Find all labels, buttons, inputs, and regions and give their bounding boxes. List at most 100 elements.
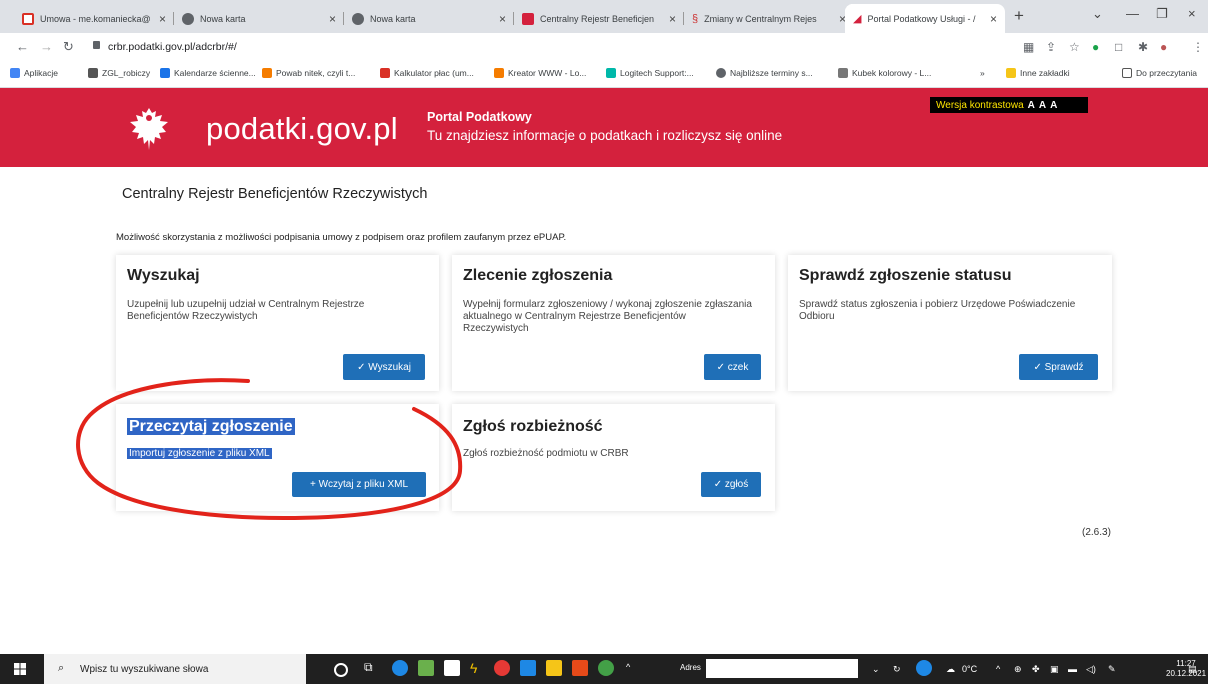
extension-box-icon[interactable]: □ bbox=[1115, 40, 1122, 54]
tab-label: Umowa - me.komaniecka@ bbox=[40, 13, 151, 24]
bookmark-kubek[interactable]: Kubek kolorowy - L... bbox=[838, 68, 931, 78]
bookmarks-overflow[interactable]: » bbox=[980, 68, 985, 78]
bookmark-kalkulator[interactable]: Kalkulator płac (um... bbox=[380, 68, 474, 78]
bookmark-kreator[interactable]: Kreator WWW - Lo... bbox=[494, 68, 586, 78]
address-toolbar-input[interactable] bbox=[706, 659, 858, 678]
bookmark-apps[interactable]: Aplikacje bbox=[10, 68, 58, 78]
bookmark-kalendarze[interactable]: Kalendarze ścienne... bbox=[160, 68, 256, 78]
pen-icon[interactable]: ✎ bbox=[1108, 664, 1116, 675]
weather-temp[interactable]: 0°C bbox=[962, 664, 977, 674]
notifications-icon[interactable]: ▤ bbox=[1188, 664, 1197, 675]
tab-new-1[interactable]: Nowa karta × bbox=[174, 4, 344, 33]
tab-label: Zmiany w Centralnym Rejes bbox=[704, 13, 817, 24]
sprawdz-button[interactable]: ✓ Sprawdź bbox=[1019, 354, 1098, 380]
page-title: Centralny Rejestr Beneficjentów Rzeczywi… bbox=[122, 186, 428, 202]
browser-tab-strip: Umowa - me.komaniecka@ × Nowa karta × No… bbox=[0, 0, 1208, 33]
wczytaj-xml-button[interactable]: + Wczytaj z pliku XML bbox=[292, 472, 426, 497]
zglos-button[interactable]: ✓ zgłoś bbox=[701, 472, 761, 497]
extensions-puzzle-icon[interactable]: ✱ bbox=[1138, 40, 1148, 54]
new-tab-button[interactable]: + bbox=[1014, 6, 1024, 26]
bookmark-powab[interactable]: Powab nitek, czyli t... bbox=[262, 68, 355, 78]
app-version: (2.6.3) bbox=[1082, 527, 1111, 538]
back-icon[interactable]: ← bbox=[16, 39, 29, 54]
battery-icon[interactable]: ▬ bbox=[1068, 664, 1077, 674]
tab-label: Centralny Rejestr Beneficjen bbox=[540, 13, 655, 24]
office-icon[interactable] bbox=[572, 660, 588, 676]
tab-portal-active[interactable]: ◢ Portal Podatkowy Usługi - / × bbox=[845, 4, 1005, 33]
bookmark-label: Najbliższe terminy s... bbox=[730, 68, 813, 78]
bookmark-najblizsze[interactable]: Najbliższe terminy s... bbox=[716, 68, 813, 78]
address-bar: ← → ↻ crbr.podatki.gov.pl/adcrbr/#/ ▦ ⇪ … bbox=[0, 33, 1208, 61]
close-icon[interactable]: × bbox=[499, 12, 506, 26]
card-description: Sprawdź status zgłoszenia i pobierz Urzę… bbox=[799, 299, 1076, 322]
share-icon[interactable]: ⇪ bbox=[1046, 40, 1056, 54]
search-icon: ⌕ bbox=[58, 662, 65, 674]
help-icon[interactable] bbox=[916, 660, 932, 676]
bookmark-label: Do przeczytania bbox=[1136, 68, 1197, 78]
windows-start-icon[interactable] bbox=[14, 663, 26, 675]
amazon-icon[interactable] bbox=[444, 660, 460, 676]
chrome-icon bbox=[182, 12, 194, 25]
site-brand[interactable]: podatki.gov.pl bbox=[206, 111, 398, 147]
window-close-icon[interactable]: × bbox=[1188, 6, 1196, 21]
tab-zmiany[interactable]: § Zmiany w Centralnym Rejes × bbox=[684, 4, 854, 33]
forward-icon[interactable]: → bbox=[40, 39, 53, 54]
cortana-icon[interactable] bbox=[334, 663, 348, 677]
tray-app-3-icon[interactable]: ▣ bbox=[1050, 664, 1059, 675]
maximize-icon[interactable]: ❐ bbox=[1156, 6, 1168, 22]
menu-kebab-icon[interactable]: ⋮ bbox=[1192, 40, 1204, 54]
close-icon[interactable]: × bbox=[990, 12, 997, 26]
profile-avatar-icon[interactable]: ● bbox=[1160, 40, 1167, 54]
tray-app-icon[interactable]: ⊕ bbox=[1014, 664, 1022, 675]
reload-icon[interactable]: ↻ bbox=[63, 39, 74, 55]
bookmark-label: Kubek kolorowy - L... bbox=[852, 68, 932, 78]
translate-icon[interactable]: ▦ bbox=[1023, 40, 1034, 54]
chrome-taskbar-icon[interactable] bbox=[494, 660, 510, 676]
task-view-icon[interactable]: ⧉ bbox=[364, 660, 380, 676]
folder-icon bbox=[1006, 68, 1016, 78]
bookmark-icon bbox=[494, 68, 504, 78]
taskbar-overflow-icon[interactable]: ^ bbox=[626, 662, 630, 672]
font-size-switch[interactable]: A A A bbox=[1028, 100, 1059, 111]
bookmark-label: Logitech Support:... bbox=[620, 68, 694, 78]
apps-grid-icon bbox=[10, 68, 20, 78]
close-icon[interactable]: × bbox=[159, 12, 166, 26]
portal-subtitle: Tu znajdziesz informacje o podatkach i r… bbox=[427, 128, 783, 143]
lightning-app-icon[interactable]: ϟ bbox=[470, 660, 486, 676]
bookmark-logitech[interactable]: Logitech Support:... bbox=[606, 68, 694, 78]
mail-icon[interactable] bbox=[520, 660, 536, 676]
info-notice: Możliwość skorzystania z możliwości podp… bbox=[116, 232, 567, 243]
minimize-icon[interactable]: — bbox=[1126, 6, 1139, 21]
tray-chevron-icon[interactable]: ^ bbox=[996, 664, 1000, 674]
address-refresh-icon[interactable]: ↻ bbox=[893, 664, 901, 675]
bookmark-other[interactable]: Inne zakładki bbox=[1006, 68, 1070, 78]
edge-icon[interactable] bbox=[392, 660, 408, 676]
card-title: Zlecenie zgłoszenia bbox=[463, 267, 613, 284]
card-description: Importuj zgłoszenie z pliku XML bbox=[127, 448, 417, 460]
address-dropdown-icon[interactable]: ⌄ bbox=[872, 664, 880, 675]
taskbar-search[interactable]: ⌕ Wpisz tu wyszukiwane słowa bbox=[44, 654, 306, 684]
bookmark-label: Kreator WWW - Lo... bbox=[508, 68, 587, 78]
url-field[interactable]: crbr.podatki.gov.pl/adcrbr/#/ bbox=[108, 41, 237, 53]
card-title: Sprawdź zgłoszenie statusu bbox=[799, 267, 1012, 284]
volume-icon[interactable]: ◁) bbox=[1086, 664, 1096, 675]
chrome-2-icon[interactable] bbox=[598, 660, 614, 676]
close-icon[interactable]: × bbox=[329, 12, 336, 26]
reading-list[interactable]: Do przeczytania bbox=[1122, 68, 1197, 78]
store-icon[interactable] bbox=[418, 660, 434, 676]
tab-crbr[interactable]: Centralny Rejestr Beneficjen × bbox=[514, 4, 684, 33]
tab-new-2[interactable]: Nowa karta × bbox=[344, 4, 514, 33]
tab-gmail[interactable]: Umowa - me.komaniecka@ × bbox=[14, 4, 174, 33]
card-sprawdz: Sprawdź zgłoszenie statusu Sprawdź statu… bbox=[788, 255, 1112, 391]
taskbar-clock[interactable]: 11:27 20.12.2021 bbox=[1166, 659, 1206, 679]
bookmark-star-icon[interactable]: ☆ bbox=[1069, 40, 1080, 54]
czek-button[interactable]: ✓ czek bbox=[704, 354, 761, 380]
extension-green-icon[interactable]: ● bbox=[1092, 40, 1099, 54]
wyszukaj-button[interactable]: ✓ Wyszukaj bbox=[343, 354, 425, 380]
bookmark-zgl[interactable]: ZGL_robiczy bbox=[88, 68, 150, 78]
contrast-toggle[interactable]: Wersja kontrastowa A A A bbox=[930, 97, 1088, 113]
close-icon[interactable]: × bbox=[669, 12, 676, 26]
tray-app-2-icon[interactable]: ✤ bbox=[1032, 664, 1040, 675]
file-explorer-icon[interactable] bbox=[546, 660, 562, 676]
tab-search-icon[interactable]: ⌄ bbox=[1092, 6, 1103, 22]
